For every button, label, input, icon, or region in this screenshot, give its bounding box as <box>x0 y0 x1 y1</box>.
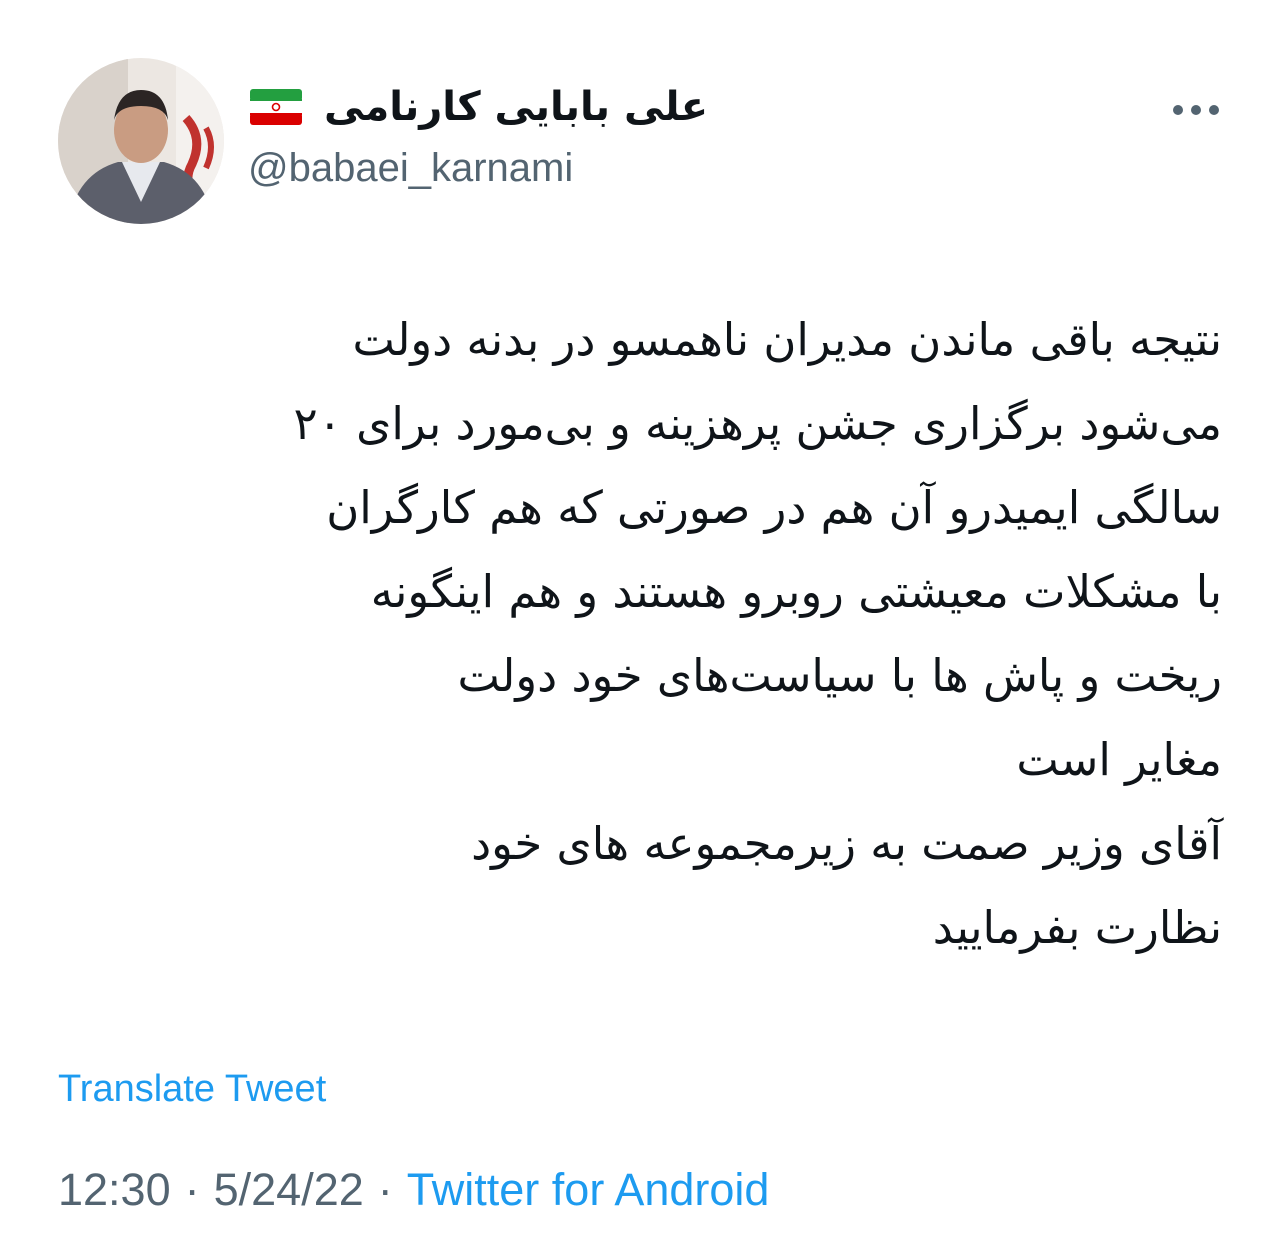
author-name-text[interactable]: علی بابایی کارنامی <box>324 84 708 130</box>
tweet-line: ریخت و پاش ها با سیاست‌های خود دولت <box>457 649 1222 702</box>
tweet-line: نتیجه باقی ماندن مدیران ناهمسو در بدنه د… <box>352 313 1222 366</box>
tweet-time[interactable]: 12:30 <box>58 1164 171 1215</box>
iran-flag-icon <box>250 89 302 125</box>
translate-tweet-link[interactable]: Translate Tweet <box>58 1068 326 1111</box>
tweet-line: با مشکلات معیشتی روبرو هستند و هم اینگون… <box>370 565 1222 618</box>
tweet-source-link[interactable]: Twitter for Android <box>407 1164 770 1215</box>
separator-dot: · <box>184 1164 200 1215</box>
tweet-line: سالگی ایمیدرو آن هم در صورتی که هم کارگر… <box>326 481 1222 534</box>
separator-dot: · <box>377 1164 393 1215</box>
author-display-name: علی بابایی کارنامی <box>250 84 708 130</box>
tweet-line: نظارت بفرمایید <box>932 901 1222 954</box>
author-handle[interactable]: @babaei_karnami <box>248 146 573 191</box>
tweet-line: مغایر است <box>1016 733 1222 786</box>
tweet-date[interactable]: 5/24/22 <box>214 1164 364 1215</box>
avatar[interactable] <box>58 58 224 224</box>
tweet-text: نتیجه باقی ماندن مدیران ناهمسو در بدنه د… <box>50 298 1222 970</box>
tweet-metadata: 12:30 · 5/24/22 · Twitter for Android <box>58 1164 769 1216</box>
more-horizontal-icon[interactable] <box>1170 95 1222 125</box>
tweet-line: آقای وزیر صمت به زیرمجموعه های خود <box>471 817 1222 870</box>
tweet-line: می‌شود برگزاری جشن پرهزینه و بی‌مورد برا… <box>293 397 1222 450</box>
